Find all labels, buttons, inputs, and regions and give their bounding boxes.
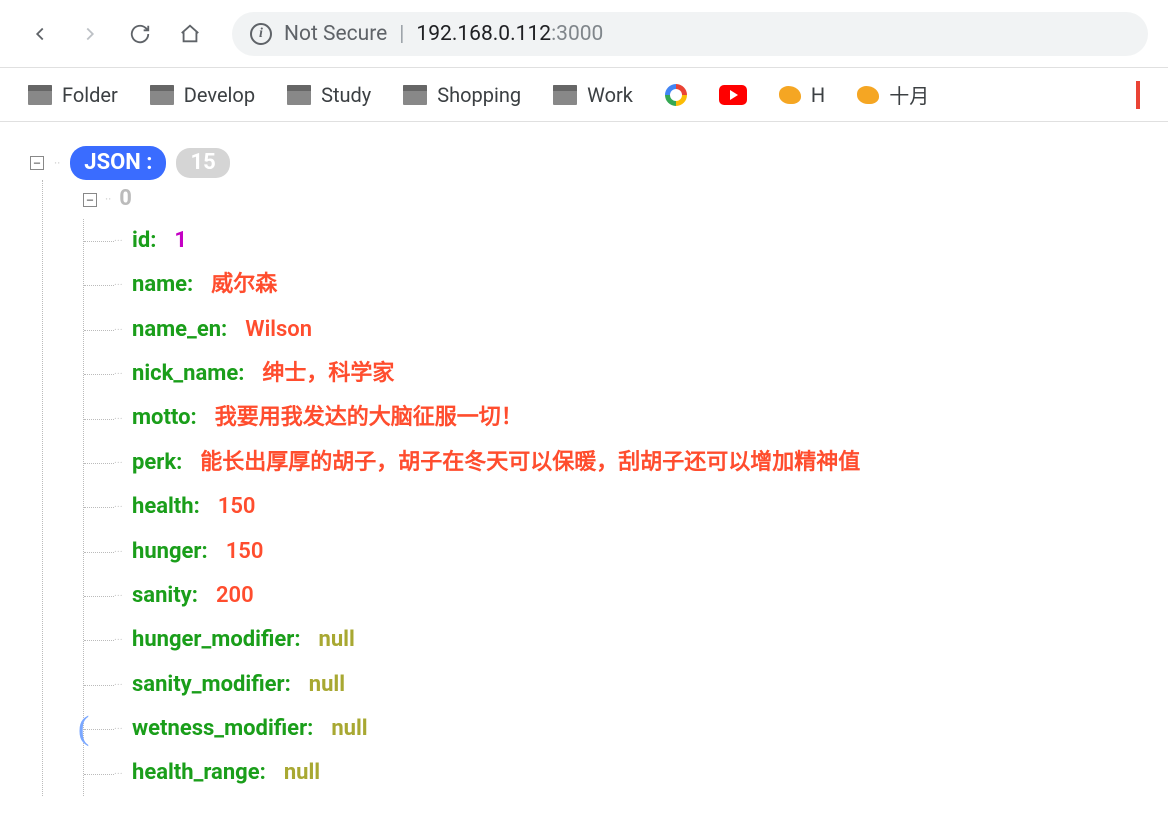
bookmark-work[interactable]: Work <box>553 83 633 107</box>
reload-button[interactable] <box>120 14 160 54</box>
bookmark-folder[interactable]: Folder <box>28 83 118 107</box>
blob-icon <box>779 86 801 104</box>
info-icon[interactable]: i <box>250 23 272 45</box>
prop-sanity-modifier: ···sanity_modifier :null <box>132 663 1138 707</box>
prop-motto: ···motto :我要用我发达的大脑征服一切！ <box>132 396 1138 440</box>
bookmark-study[interactable]: Study <box>287 83 371 107</box>
forward-button[interactable] <box>70 14 110 54</box>
home-button[interactable] <box>170 14 210 54</box>
bookmark-youtube[interactable] <box>719 85 747 105</box>
value-perk: 能长出厚厚的胡子，胡子在冬天可以保暖，刮胡子还可以增加精神值 <box>200 450 860 476</box>
security-status: Not Secure <box>284 22 387 46</box>
bookmark-cn[interactable]: 十月 <box>857 80 929 109</box>
value-name: 威尔森 <box>211 272 277 298</box>
prop-id: ···id :1 <box>132 219 1138 263</box>
folder-icon <box>403 85 427 105</box>
prop-sanity: ···sanity :200 <box>132 574 1138 618</box>
array-item-0: − ·· 0 <box>43 180 1138 218</box>
prop-health-range: ···health_range :null <box>132 751 1138 795</box>
bookmark-google[interactable] <box>665 84 687 106</box>
tree-branch: − ·· 0 ( ···id :1 ···name :威尔森 ···name_e… <box>42 180 1138 795</box>
prop-perk: ···perk :能长出厚厚的胡子，胡子在冬天可以保暖，刮胡子还可以增加精神值 <box>132 441 1138 485</box>
collapse-toggle[interactable]: − <box>30 156 44 170</box>
url-text: 192.168.0.112:3000 <box>416 22 603 46</box>
object-properties: ( ···id :1 ···name :威尔森 ···name_en :Wils… <box>83 219 1138 796</box>
tree-dots: ·· <box>105 192 111 206</box>
bookmark-h[interactable]: H <box>779 83 825 107</box>
value-sanity: 200 <box>216 583 254 609</box>
folder-icon <box>28 85 52 105</box>
array-index: 0 <box>119 186 132 212</box>
bookmark-shopping[interactable]: Shopping <box>403 83 521 107</box>
back-button[interactable] <box>20 14 60 54</box>
json-root-badge[interactable]: JSON : <box>70 146 166 180</box>
divider: | <box>399 22 404 46</box>
value-health-range: null <box>284 760 320 786</box>
prop-nick-name: ···nick_name :绅士，科学家 <box>132 352 1138 396</box>
folder-icon <box>287 85 311 105</box>
youtube-icon <box>719 85 747 105</box>
browser-toolbar: i Not Secure | 192.168.0.112:3000 <box>0 0 1168 68</box>
tree-dots: ·· <box>54 156 60 170</box>
count-badge: 15 <box>176 148 229 178</box>
json-viewer: − ·· JSON : 15 − ·· 0 ( ···id :1 ···name… <box>0 122 1168 820</box>
value-sanity-modifier: null <box>309 672 345 698</box>
collapse-toggle[interactable]: − <box>83 193 97 207</box>
overflow-indicator[interactable] <box>1136 81 1140 109</box>
prop-hunger: ···hunger :150 <box>132 530 1138 574</box>
blob-icon <box>857 86 879 104</box>
bookmark-develop[interactable]: Develop <box>150 83 255 107</box>
root-node: − ·· JSON : 15 <box>30 146 1138 180</box>
folder-icon <box>553 85 577 105</box>
value-motto: 我要用我发达的大脑征服一切！ <box>215 405 523 431</box>
value-wetness-modifier: null <box>331 716 367 742</box>
value-name-en: Wilson <box>245 317 312 343</box>
value-hunger-modifier: null <box>319 627 355 653</box>
prop-hunger-modifier: ···hunger_modifier :null <box>132 618 1138 662</box>
value-health: 150 <box>218 494 256 520</box>
address-bar[interactable]: i Not Secure | 192.168.0.112:3000 <box>232 12 1148 56</box>
prop-name-en: ···name_en :Wilson <box>132 308 1138 352</box>
prop-wetness-modifier: ···wetness_modifier :null <box>132 707 1138 751</box>
folder-icon <box>150 85 174 105</box>
tree: − ·· 0 ( ···id :1 ···name :威尔森 ···name_e… <box>36 180 1138 795</box>
value-hunger: 150 <box>226 539 264 565</box>
prop-health: ···health :150 <box>132 485 1138 529</box>
value-id: 1 <box>174 228 187 254</box>
prop-name: ···name :威尔森 <box>132 263 1138 307</box>
bookmarks-bar: Folder Develop Study Shopping Work H 十月 <box>0 68 1168 122</box>
google-icon <box>665 84 687 106</box>
value-nick-name: 绅士，科学家 <box>262 361 394 387</box>
